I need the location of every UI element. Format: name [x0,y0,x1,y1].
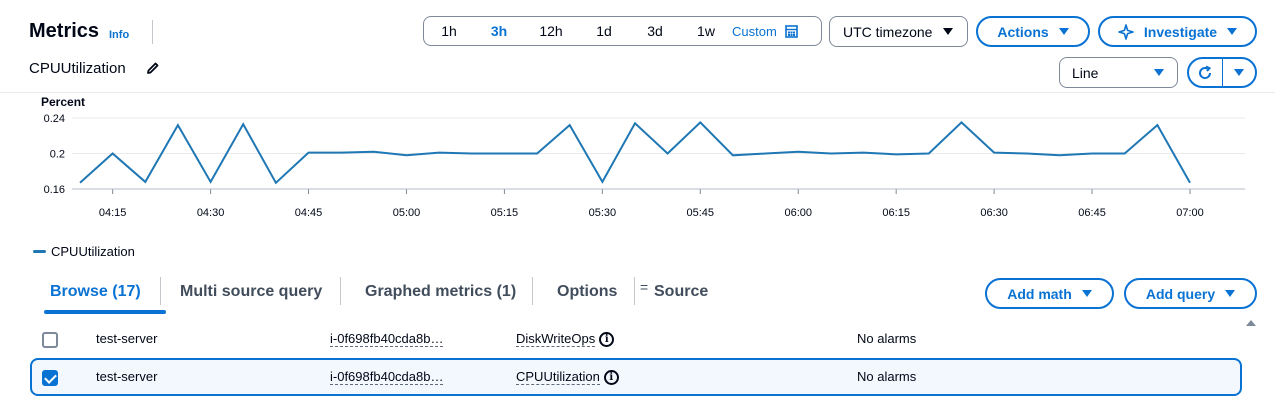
x-tick-label: 05:30 [589,207,617,219]
x-tick-label: 05:15 [491,207,519,219]
custom-label: Custom [732,23,777,39]
tab-options[interactable]: Options [557,270,639,314]
actions-label: Actions [997,23,1049,40]
table-row[interactable]: test-server i-0f698fb40cda8b… DiskWriteO… [30,320,1242,358]
divider [160,277,161,305]
legend-swatch [33,250,46,253]
time-option-12h[interactable]: 12h [524,23,578,39]
y-tick-label: 0.16 [44,184,65,196]
x-tick-label: 06:00 [784,207,812,219]
refresh-button-group [1187,57,1257,88]
cell-name: test-server [96,331,158,346]
page-title: Metrics [29,20,100,42]
row-checkbox[interactable] [42,370,58,386]
legend-label: CPUUtilization [51,244,135,259]
custom-range-button[interactable]: Custom [732,24,817,39]
refresh-interval-dropdown[interactable] [1223,59,1256,86]
cell-alarms: No alarms [857,369,917,384]
table-row[interactable]: test-server i-0f698fb40cda8b… CPUUtiliza… [30,358,1242,396]
tab-source[interactable]: Source [654,270,714,314]
time-option-1h[interactable]: 1h [424,23,474,39]
add-math-label: Add math [1007,285,1072,302]
series-line-cpuutilization[interactable] [79,121,1191,185]
chart-legend[interactable]: CPUUtilization [33,244,135,259]
cell-instance-id[interactable]: i-0f698fb40cda8b… [330,369,444,385]
add-math-button[interactable]: Add math [985,278,1114,309]
time-option-1d[interactable]: 1d [578,23,630,39]
investigate-label: Investigate [1143,23,1218,40]
info-link[interactable]: Info [109,29,129,41]
time-option-1w[interactable]: 1w [680,23,732,39]
metric-name: CPUUtilization [29,60,126,77]
divider [152,20,153,44]
y-tick-label: 0.2 [50,149,65,161]
time-option-3h[interactable]: 3h [474,23,524,39]
refresh-icon [1199,65,1212,79]
tab-multi-source-query[interactable]: Multi source query [180,270,345,314]
x-tick-label: 04:15 [99,207,127,219]
caret-down-icon [1154,69,1164,76]
timezone-dropdown[interactable]: UTC timezone [829,16,968,47]
info-icon[interactable]: i [603,370,619,386]
calendar-icon [784,24,798,38]
caret-down-icon [1225,289,1236,297]
graph-type-dropdown[interactable]: Line [1059,57,1178,88]
caret-down-icon [1233,68,1244,76]
x-tick-label: 06:30 [980,207,1008,219]
divider [634,277,635,305]
refresh-button[interactable] [1189,59,1222,86]
x-tick-label: 06:45 [1078,207,1106,219]
investigate-button[interactable]: Investigate [1098,16,1257,47]
cell-metric: CPUUtilization i [516,369,619,386]
actions-button[interactable]: Actions [976,16,1090,47]
caret-down-icon [943,28,953,35]
x-tick-label: 07:00 [1176,207,1204,219]
sparkle-icon [1118,23,1134,40]
caret-down-icon [1227,27,1238,35]
tab-graphed-metrics[interactable]: Graphed metrics (1) [365,270,538,314]
cell-metric: DiskWriteOps i [516,331,615,348]
add-query-label: Add query [1145,285,1216,302]
page-header: Metrics Info CPUUtilization 1h 3h 12h 1d… [0,0,1275,92]
tab-browse[interactable]: Browse (17) [44,270,166,314]
timezone-label: UTC timezone [843,23,933,40]
caret-down-icon [1058,27,1069,35]
tab-bar: Browse (17) Multi source query Graphed m… [28,270,714,314]
metric-name-link[interactable]: CPUUtilization [516,369,600,385]
cell-instance-id[interactable]: i-0f698fb40cda8b… [330,331,444,347]
divider [532,277,533,305]
cpu-utilization-chart: 0.24 0.2 0.16 04:15 04:30 04:45 05:00 05:15 05:3… [44,113,1245,219]
time-option-3d[interactable]: 3d [630,23,680,39]
scroll-up-arrow[interactable] [1246,320,1256,326]
graph-type-label: Line [1072,64,1099,81]
caret-down-icon [1081,289,1092,297]
x-tick-label: 06:15 [882,207,910,219]
source-glyph: = [640,279,649,295]
info-icon[interactable]: i [599,332,615,348]
x-tick-label: 04:30 [197,207,225,219]
x-tick-label: 05:00 [393,207,421,219]
row-checkbox[interactable] [42,332,58,348]
x-tick-label: 04:45 [295,207,323,219]
y-tick-label: 0.24 [44,113,65,125]
x-tick-label: 05:45 [687,207,715,219]
divider [340,277,341,305]
cell-alarms: No alarms [857,331,917,346]
pencil-icon[interactable] [145,60,161,76]
metrics-table: test-server i-0f698fb40cda8b… DiskWriteO… [0,316,1275,397]
metric-name-link[interactable]: DiskWriteOps [516,331,596,347]
add-query-button[interactable]: Add query [1124,278,1257,309]
cell-name: test-server [96,369,158,384]
time-range-selector: 1h 3h 12h 1d 3d 1w Custom [423,16,822,46]
